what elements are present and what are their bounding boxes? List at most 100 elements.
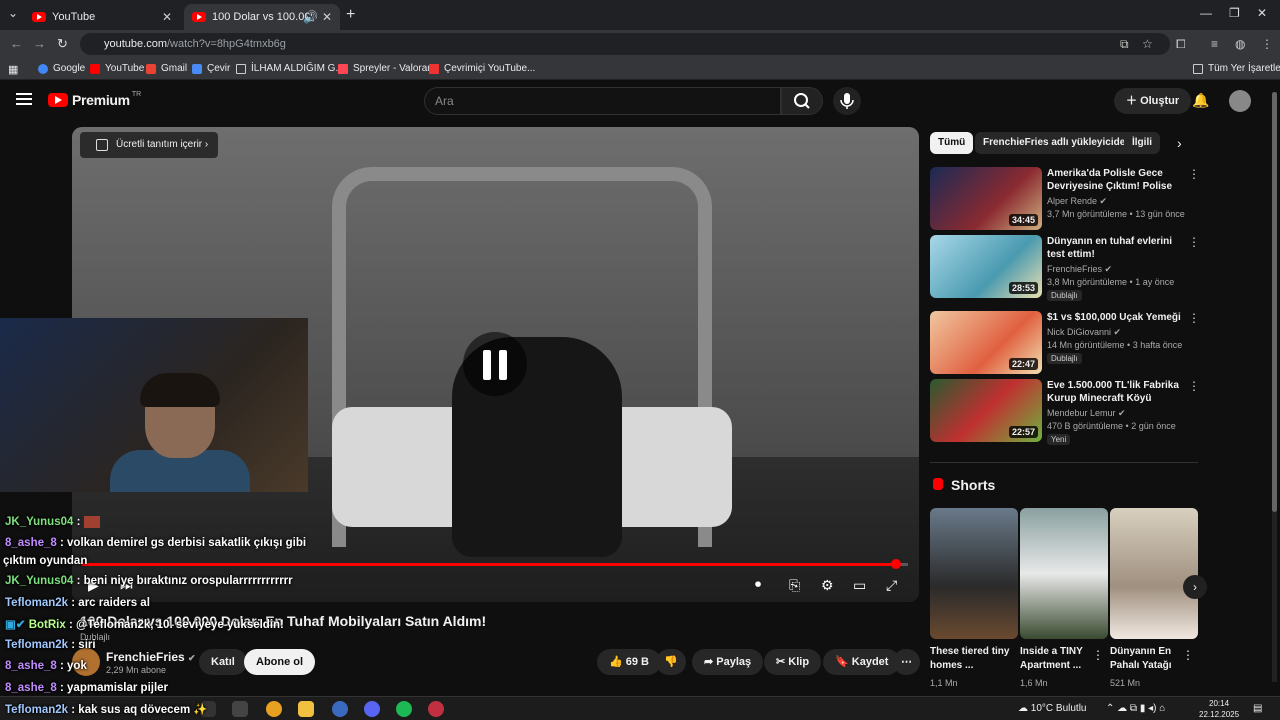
like-button[interactable]: 👍 69 B	[597, 649, 662, 675]
bookmark-label: İLHAM ALDIĞIM G...	[251, 63, 344, 74]
recommendation-item[interactable]: 28:53 Dünyanın en tuhaf evlerini test et…	[930, 235, 1200, 301]
save-button[interactable]: 🔖 Kaydet	[823, 649, 901, 675]
rec-title: Amerika'da Polisle Gece Devriyesine Çıkt…	[1047, 168, 1173, 192]
bookmark-folder-ilham[interactable]: İLHAM ALDIĞIM G...	[236, 63, 344, 74]
task-view-icon[interactable]	[232, 701, 248, 717]
new-tab-button[interactable]: +	[346, 6, 355, 24]
chrome-icon[interactable]	[266, 701, 282, 717]
bookmark-cevrimici[interactable]: Çevrimiçi YouTube...	[429, 63, 535, 74]
create-button[interactable]: ＋ Oluştur	[1114, 88, 1192, 114]
short-views: 1,1 Mn	[930, 678, 958, 688]
rec-meta: 3,8 Mn görüntüleme • 1 ay önce	[1047, 277, 1175, 287]
youtube-premium-logo[interactable]: Premium TR	[48, 91, 141, 108]
cast-icon[interactable]: ⧉	[1120, 37, 1129, 52]
tab-list-icon[interactable]: ⌄	[8, 6, 18, 20]
join-button[interactable]: Katıl	[199, 649, 247, 675]
reload-icon[interactable]: ↻	[57, 36, 68, 52]
recommendation-item[interactable]: 22:57 Eve 1.500.000 TL'lik Fabrika Kurup…	[930, 379, 1200, 445]
account-avatar[interactable]	[1229, 90, 1251, 112]
clip-button[interactable]: ✂ Klip	[764, 649, 822, 675]
search-button[interactable]	[781, 87, 823, 115]
rec-more-icon[interactable]: ⋮	[1188, 311, 1200, 325]
spotify-icon[interactable]	[396, 701, 412, 717]
fullscreen-icon[interactable]: ⤢	[886, 577, 897, 594]
chat-user: 8_ashe_8	[5, 660, 57, 672]
obs-icon[interactable]	[428, 701, 444, 717]
short-title[interactable]: Dünyanın En Pahalı Yatağı	[1110, 645, 1190, 673]
recommendation-item[interactable]: 34:45 Amerika'da Polisle Gece Devriyesin…	[930, 167, 1200, 231]
close-tab-icon[interactable]: ✕	[162, 10, 172, 24]
bookmark-google[interactable]: Google	[38, 63, 85, 74]
shorts-next-button[interactable]: ›	[1183, 575, 1207, 599]
subtitles-icon[interactable]: ⎘	[789, 577, 800, 594]
hamburger-menu-icon[interactable]	[16, 93, 32, 105]
restore-button[interactable]: ❐	[1229, 6, 1240, 20]
share-button[interactable]: ➦ Paylaş	[692, 649, 764, 675]
short-title[interactable]: Inside a TINY Apartment ...	[1020, 645, 1100, 673]
menu-icon[interactable]: ⋮	[1261, 37, 1273, 51]
chevron-right-icon[interactable]: ›	[1177, 135, 1182, 151]
chat-user: 8_ashe_8	[5, 682, 57, 694]
short-more-icon[interactable]: ⋮	[1182, 648, 1194, 662]
profile-icon[interactable]: ◍	[1235, 37, 1245, 51]
short-thumbnail[interactable]	[1110, 508, 1198, 639]
url-field[interactable]: youtube.com/watch?v=8hpG4tmxb6g	[80, 33, 1170, 55]
extensions-icon[interactable]: ⧠	[1176, 37, 1186, 52]
discord-icon[interactable]	[364, 701, 380, 717]
autoplay-toggle[interactable]: ⏺	[755, 577, 761, 592]
scrollbar-thumb[interactable]	[1272, 92, 1277, 512]
tray-icons[interactable]: ⌃ ☁ ⧉ ▮ ◂) ⌂	[1106, 703, 1165, 714]
weather-widget[interactable]: ☁ 10°C Bulutlu	[1018, 703, 1086, 714]
tab-video[interactable]: 100 Dolar vs 100.000 Dolar 🔊 ✕	[184, 4, 340, 30]
bookmark-star-icon[interactable]: ☆	[1142, 37, 1153, 51]
progress-scrubber[interactable]	[890, 559, 901, 569]
file-explorer-icon[interactable]	[298, 701, 314, 717]
clock[interactable]: 20:14 22.12.2025	[1199, 698, 1239, 720]
speaker-icon[interactable]: 🔊	[303, 10, 318, 24]
dislike-button[interactable]: 👎	[656, 649, 686, 675]
apps-icon[interactable]: ▦	[8, 63, 18, 76]
search-input[interactable]: Ara	[424, 87, 781, 115]
forward-icon[interactable]: →	[33, 36, 46, 51]
tab-youtube[interactable]: YouTube ✕	[24, 4, 180, 30]
short-thumbnail[interactable]	[1020, 508, 1108, 639]
rec-channel-text: Alper Rende	[1047, 196, 1098, 206]
bookmark-youtube[interactable]: YouTube	[90, 63, 144, 74]
rec-more-icon[interactable]: ⋮	[1188, 379, 1200, 393]
chat-user: Tefloman2k	[5, 597, 69, 609]
close-window-button[interactable]: ✕	[1257, 6, 1267, 20]
minimize-button[interactable]: —	[1200, 6, 1212, 20]
rec-more-icon[interactable]: ⋮	[1188, 167, 1200, 181]
chip-from-uploader[interactable]: FrenchieFries adlı yükleyiciden	[975, 132, 1140, 154]
pause-indicator-icon[interactable]	[463, 332, 527, 396]
chat-message: 8_ashe_8 : yok	[5, 660, 87, 672]
close-tab-icon[interactable]: ✕	[322, 10, 332, 24]
chat-text: yok	[67, 660, 87, 672]
media-icon[interactable]: ≡	[1211, 37, 1218, 51]
more-actions-button[interactable]: ⋯	[893, 649, 920, 675]
back-icon[interactable]: ←	[10, 36, 23, 51]
bookmark-spreyler[interactable]: Spreyler - Valorant	[338, 63, 436, 74]
rec-more-icon[interactable]: ⋮	[1188, 235, 1200, 249]
subscribe-button[interactable]: Abone ol	[244, 649, 316, 675]
video-progress-bar[interactable]	[82, 559, 908, 569]
page-scrollbar[interactable]	[1272, 92, 1277, 682]
bookmark-gmail[interactable]: Gmail	[146, 63, 187, 74]
notifications-bell-icon[interactable]: 🔔	[1192, 92, 1209, 109]
short-title[interactable]: These tiered tiny homes ...	[930, 645, 1010, 673]
recommendation-item[interactable]: 22:47 $1 vs $100,000 Uçak Yemeği Nick Di…	[930, 311, 1200, 375]
steam-icon[interactable]	[332, 701, 348, 717]
paid-promotion-badge[interactable]: Ücretli tanıtım içerir ›	[80, 132, 219, 158]
notifications-icon[interactable]: ▤	[1253, 703, 1262, 714]
chip-related[interactable]: İlgili	[1124, 132, 1160, 154]
channel-name[interactable]: FrenchieFries ✔	[106, 650, 196, 664]
settings-gear-icon[interactable]: ⚙	[821, 577, 834, 594]
voice-search-button[interactable]	[833, 87, 861, 115]
youtube-favicon-icon	[32, 12, 46, 22]
chip-all[interactable]: Tümü	[930, 132, 974, 154]
all-bookmarks[interactable]: Tüm Yer İşaretleri	[1193, 63, 1280, 74]
short-thumbnail[interactable]	[930, 508, 1018, 639]
bookmark-cevir[interactable]: Çevir	[192, 63, 230, 74]
theater-mode-icon[interactable]: ▭	[853, 577, 866, 594]
short-more-icon[interactable]: ⋮	[1092, 648, 1104, 662]
